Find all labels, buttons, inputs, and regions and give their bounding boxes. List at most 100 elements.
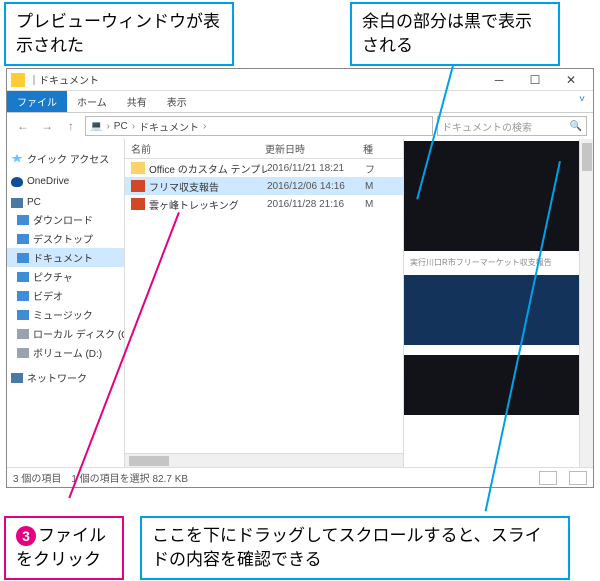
file-row[interactable]: 雲ヶ峰トレッキング 2016/11/28 21:16 M — [125, 195, 403, 213]
file-area: 名前 更新日時 種 Office のカスタム テンプレート 2016/11/21… — [125, 139, 403, 467]
nav-downloads[interactable]: ダウンロード — [7, 210, 124, 229]
nav-desktop[interactable]: デスクトップ — [7, 229, 124, 248]
pc-icon — [11, 198, 23, 208]
col-name[interactable]: 名前 — [125, 141, 265, 156]
file-row-selected[interactable]: フリマ収支報告 2016/12/06 14:16 M — [125, 177, 403, 195]
status-selection: 1 個の項目を選択 82.7 KB — [71, 470, 188, 485]
ribbon-tabs: ファイル ホーム 共有 表示 ˅ — [7, 91, 593, 113]
search-icon: 🔍 — [570, 121, 582, 132]
navigation-pane: クイック アクセス OneDrive PC ダウンロード デスクトップ ドキュメ… — [7, 139, 125, 467]
nav-label: ネットワーク — [27, 370, 87, 385]
picture-icon — [17, 272, 29, 282]
callout-preview-shown: プレビューウィンドウが表示された — [4, 2, 234, 66]
nav-label: PC — [27, 197, 41, 208]
nav-label: ローカル ディスク (C:) — [33, 326, 125, 341]
file-name: Office のカスタム テンプレート — [149, 161, 267, 176]
preview-pane: 実行川口R市フリーマーケット収支報告 — [403, 139, 593, 467]
preview-slide-caption: 実行川口R市フリーマーケット収支報告 — [404, 251, 593, 275]
nav-network[interactable]: ネットワーク — [7, 368, 124, 387]
file-name: 雲ヶ峰トレッキング — [149, 197, 267, 212]
ribbon-expand-icon[interactable]: ˅ — [571, 91, 593, 112]
breadcrumb-sep: › — [132, 121, 135, 132]
nav-label: ミュージック — [33, 307, 93, 322]
horizontal-scrollbar[interactable] — [125, 453, 403, 467]
breadcrumb-sep: › — [203, 121, 206, 132]
music-icon — [17, 310, 29, 320]
video-icon — [17, 291, 29, 301]
view-details-button[interactable] — [539, 471, 557, 485]
folder-icon — [11, 73, 25, 87]
nav-music[interactable]: ミュージック — [7, 305, 124, 324]
window-title: ドキュメント — [39, 72, 481, 87]
cloud-icon — [11, 177, 23, 187]
minimize-button[interactable]: ─ — [481, 69, 517, 91]
network-icon — [11, 373, 23, 383]
step-badge-3: 3 — [16, 526, 36, 546]
maximize-button[interactable]: ☐ — [517, 69, 553, 91]
drive-icon — [17, 329, 29, 339]
preview-slide-3 — [404, 355, 593, 415]
nav-onedrive[interactable]: OneDrive — [7, 174, 124, 189]
nav-ddrive[interactable]: ボリューム (D:) — [7, 343, 124, 362]
status-bar: 3 個の項目 1 個の項目を選択 82.7 KB — [7, 467, 593, 487]
preview-vscroll-thumb[interactable] — [582, 143, 592, 171]
nav-documents[interactable]: ドキュメント — [7, 248, 124, 267]
nav-label: ドキュメント — [33, 250, 93, 265]
file-type: M — [365, 181, 385, 192]
nav-pc[interactable]: PC — [7, 195, 124, 210]
file-name: フリマ収支報告 — [149, 179, 267, 194]
search-input[interactable]: ドキュメントの検索 🔍 — [437, 116, 587, 136]
tab-file[interactable]: ファイル — [7, 91, 67, 112]
titlebar: ｜ ドキュメント ─ ☐ ✕ — [7, 69, 593, 91]
preview-vertical-scrollbar[interactable] — [579, 139, 593, 467]
callout-step3: 3ファイルをクリック — [4, 516, 124, 580]
view-icons-button[interactable] — [569, 471, 587, 485]
nav-label: ボリューム (D:) — [33, 345, 102, 360]
folder-icon — [131, 162, 145, 174]
file-date: 2016/12/06 14:16 — [267, 181, 365, 192]
titlebar-sep: ｜ — [29, 72, 39, 87]
preview-gap — [404, 345, 593, 355]
window-buttons: ─ ☐ ✕ — [481, 69, 589, 91]
col-date[interactable]: 更新日時 — [265, 141, 363, 156]
tab-view[interactable]: 表示 — [157, 91, 197, 112]
document-icon — [17, 253, 29, 263]
nav-label: OneDrive — [27, 176, 69, 187]
nav-videos[interactable]: ビデオ — [7, 286, 124, 305]
col-type[interactable]: 種 — [363, 141, 383, 156]
address-row: ← → ↑ 💻 › PC › ドキュメント › ドキュメントの検索 🔍 — [7, 113, 593, 139]
pc-icon: 💻 — [90, 121, 102, 132]
nav-up-button[interactable]: ↑ — [61, 116, 81, 136]
download-icon — [17, 215, 29, 225]
close-button[interactable]: ✕ — [553, 69, 589, 91]
nav-back-button[interactable]: ← — [13, 116, 33, 136]
nav-label: デスクトップ — [33, 231, 93, 246]
nav-label: ビデオ — [33, 288, 63, 303]
tab-share[interactable]: 共有 — [117, 91, 157, 112]
preview-slide-1 — [404, 141, 593, 251]
nav-pictures[interactable]: ピクチャ — [7, 267, 124, 286]
tab-home[interactable]: ホーム — [67, 91, 117, 112]
file-type: M — [365, 199, 385, 210]
nav-quick-access[interactable]: クイック アクセス — [7, 149, 124, 168]
powerpoint-icon — [131, 180, 145, 192]
callout-margin-black: 余白の部分は黒で表示される — [350, 2, 560, 66]
preview-slide-2 — [404, 275, 593, 345]
nav-label: ピクチャ — [33, 269, 73, 284]
status-count: 3 個の項目 — [13, 470, 61, 485]
column-headers: 名前 更新日時 種 — [125, 139, 403, 159]
breadcrumb-folder[interactable]: ドキュメント — [139, 119, 199, 134]
address-bar[interactable]: 💻 › PC › ドキュメント › — [85, 116, 433, 136]
file-date: 2016/11/21 18:21 — [267, 163, 365, 174]
file-list: Office のカスタム テンプレート 2016/11/21 18:21 フ フ… — [125, 159, 403, 453]
nav-forward-button[interactable]: → — [37, 116, 57, 136]
search-placeholder: ドキュメントの検索 — [442, 119, 532, 134]
star-icon — [11, 154, 23, 164]
breadcrumb-pc[interactable]: PC — [114, 121, 128, 132]
nav-label: ダウンロード — [33, 212, 93, 227]
nav-cdrive[interactable]: ローカル ディスク (C:) — [7, 324, 124, 343]
file-date: 2016/11/28 21:16 — [267, 199, 365, 210]
file-row-folder[interactable]: Office のカスタム テンプレート 2016/11/21 18:21 フ — [125, 159, 403, 177]
hscroll-thumb[interactable] — [129, 456, 169, 466]
powerpoint-icon — [131, 198, 145, 210]
